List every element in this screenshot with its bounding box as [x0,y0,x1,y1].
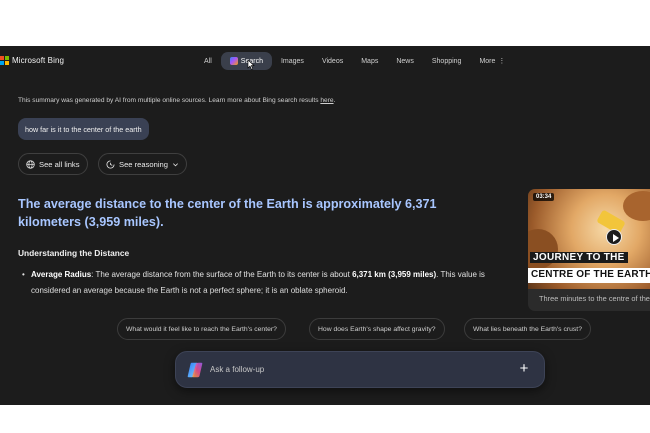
bullet-dot: • [22,270,25,279]
copilot-logo-icon [187,362,203,377]
play-icon[interactable] [606,229,622,245]
top-margin [0,0,650,46]
user-query-bubble: how far is it to the center of the earth [18,118,149,140]
tab-news[interactable]: News [387,53,423,70]
bullet-term: Average Radius [31,270,92,279]
query-text: how far is it to the center of the earth [25,124,142,134]
tab-videos[interactable]: Videos [313,53,352,70]
video-thumbnail: 03:34 JOURNEY TO THE CENTRE OF THE EARTH [528,189,650,289]
suggestion-label: How does Earth's shape affect gravity? [318,325,436,333]
thumbnail-title-line2: CENTRE OF THE EARTH [528,268,650,283]
see-reasoning-button[interactable]: See reasoning [98,153,187,175]
tab-maps[interactable]: Maps [352,53,387,70]
learn-more-link[interactable]: here [320,97,333,104]
bing-copilot-search-page: Microsoft Bing All Search Images Videos … [0,46,650,405]
microsoft-logo-icon [0,56,9,65]
video-title: Three minutes to the centre of the earth [539,294,650,303]
suggestion-label: What would it feel like to reach the Ear… [126,325,277,333]
brand-name: Microsoft Bing [12,56,65,65]
notice-text: This summary was generated by AI from mu… [18,97,321,104]
bottom-margin [0,405,650,433]
tab-videos-label: Videos [321,57,344,65]
tab-images-label: Images [280,57,304,65]
mouse-cursor-icon [247,60,255,70]
follow-up-input-bar[interactable]: Ask a follow-up + [175,351,545,388]
more-dots-icon: ⋮ [498,58,506,65]
tab-maps-label: Maps [361,57,379,65]
tab-more-label: More [479,57,496,65]
tab-all-label: All [204,57,212,65]
video-duration: 03:34 [533,193,555,201]
tab-news-label: News [396,57,414,65]
suggestion-label: What lies beneath the Earth's crust? [473,325,582,333]
section-title: Understanding the Distance [18,248,130,258]
tab-more[interactable]: More ⋮ [470,52,514,70]
bing-logo[interactable]: Microsoft Bing [0,56,64,65]
copilot-icon [229,57,238,65]
thumbnail-rock [623,191,650,221]
see-all-links-label: See all links [39,159,80,169]
bullet-value-km: 6,371 km [352,270,386,279]
tab-shopping-label: Shopping [431,57,462,65]
bullet-text-a: : The average distance from the surface … [91,270,353,279]
chevron-down-icon [173,162,178,166]
follow-up-placeholder: Ask a follow-up [210,365,265,374]
reasoning-icon [106,159,115,168]
search-nav-tabs: All Search Images Videos Maps News Shopp… [195,52,514,70]
thumbnail-rock [528,229,558,269]
video-card[interactable]: 03:34 JOURNEY TO THE CENTRE OF THE EARTH… [528,189,650,311]
suggestion-chip[interactable]: What would it feel like to reach the Ear… [117,318,286,340]
header: Microsoft Bing All Search Images Videos … [0,46,650,78]
globe-icon [26,159,35,169]
add-attachment-button[interactable]: + [517,361,531,376]
tab-all[interactable]: All [195,53,221,70]
suggestion-chip[interactable]: What lies beneath the Earth's crust? [464,318,591,340]
notice-end: . [333,97,336,104]
tab-images[interactable]: Images [272,53,313,70]
answer-headline: The average distance to the center of th… [18,197,437,229]
thumbnail-title-line1: JOURNEY TO THE [530,252,628,263]
content-fade-overlay [0,290,520,314]
bullet-value-mi: (3,959 miles) [388,270,437,279]
suggestion-chip[interactable]: How does Earth's shape affect gravity? [309,318,445,340]
see-all-links-button[interactable]: See all links [18,153,88,175]
tab-shopping[interactable]: Shopping [423,53,471,70]
see-reasoning-label: See reasoning [119,159,168,169]
ai-summary-notice: This summary was generated by AI from mu… [18,97,335,104]
